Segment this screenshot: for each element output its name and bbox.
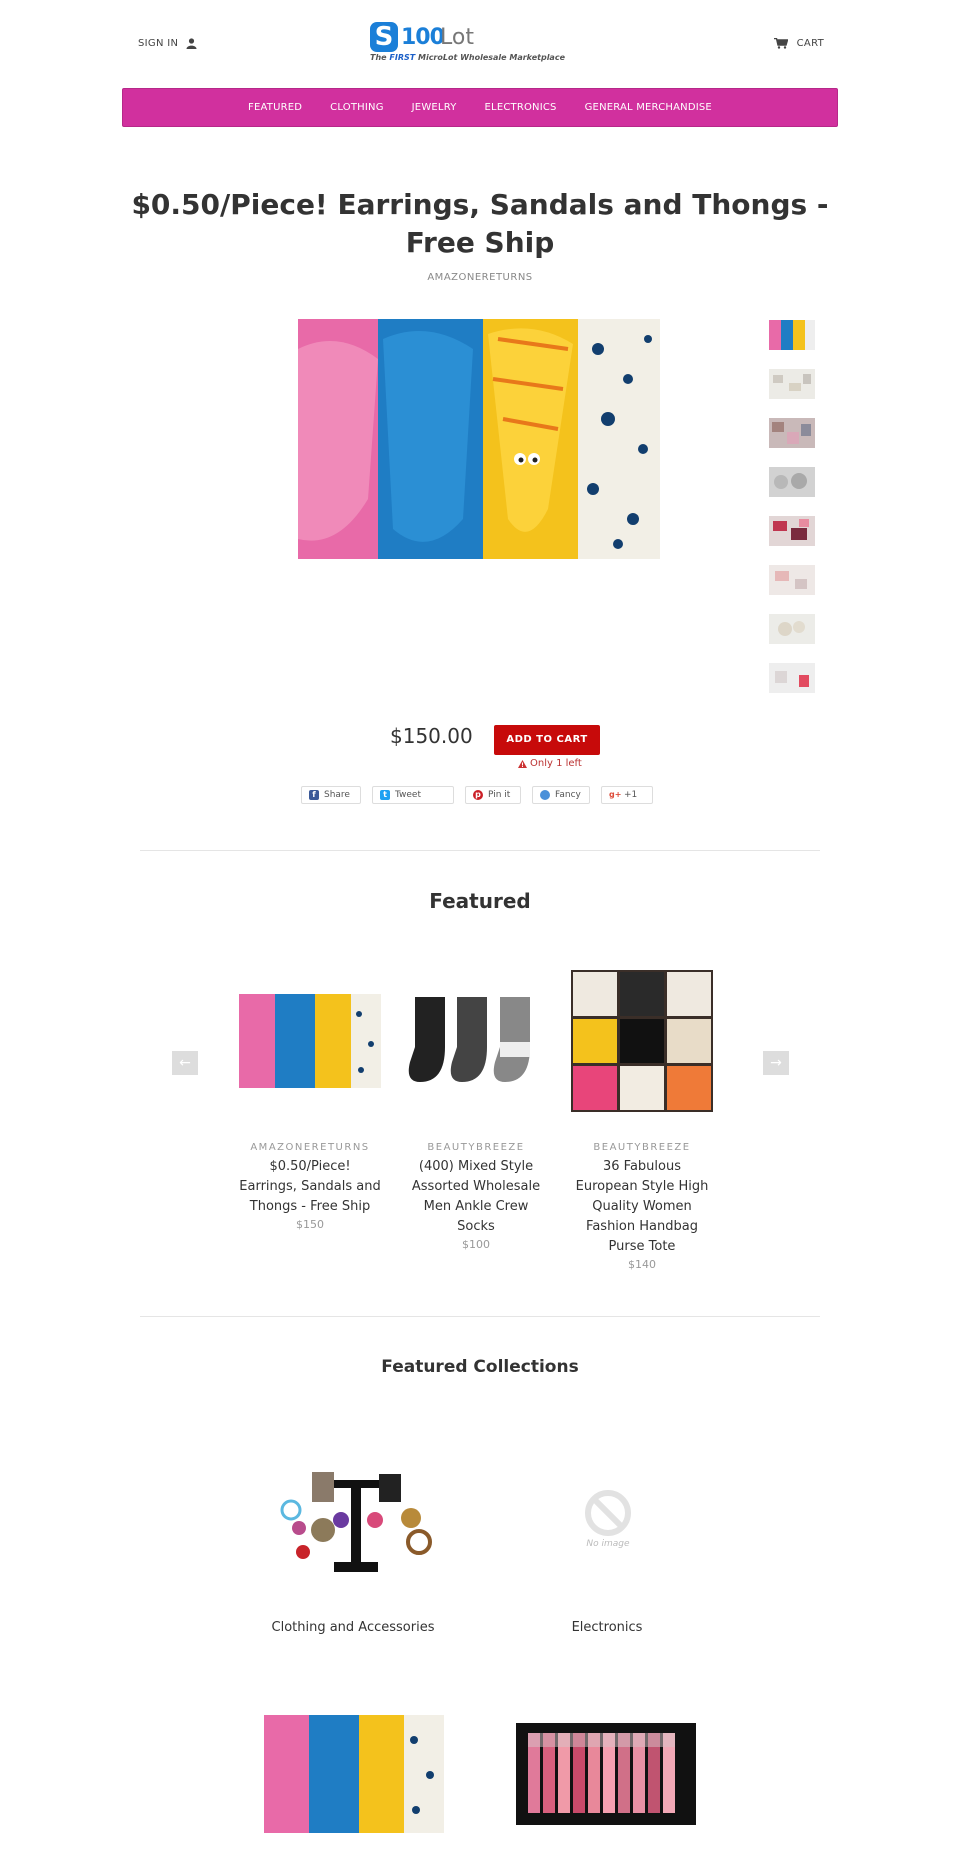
product-thumbnail[interactable] bbox=[769, 369, 815, 399]
handbags-photo bbox=[571, 970, 713, 1112]
featured-heading: Featured bbox=[429, 889, 531, 913]
collection-label[interactable]: Clothing and Accessories bbox=[253, 1620, 453, 1635]
google-plus-icon: g+ bbox=[609, 790, 622, 800]
featured-product-name[interactable]: $0.50/Piece! Earrings, Sandals and Thong… bbox=[239, 1157, 381, 1217]
featured-product-image[interactable] bbox=[571, 970, 713, 1112]
product-price: $150.00 bbox=[390, 724, 473, 748]
pinterest-pin-button[interactable]: p Pin it bbox=[465, 786, 521, 804]
cart-label: CART bbox=[796, 38, 824, 49]
twitter-icon: t bbox=[380, 790, 390, 800]
featured-product-image[interactable] bbox=[405, 970, 547, 1112]
logo-lot: Lot bbox=[440, 25, 474, 50]
collection-image[interactable] bbox=[516, 1723, 696, 1825]
product-thumbnail[interactable] bbox=[769, 320, 815, 350]
pinterest-icon: p bbox=[473, 790, 483, 800]
no-image-text: No image bbox=[586, 1539, 630, 1549]
carousel-prev-button[interactable]: ← bbox=[172, 1051, 198, 1075]
logo-number: 100 bbox=[401, 25, 445, 50]
carousel-next-button[interactable]: → bbox=[763, 1051, 789, 1075]
logo-badge: S bbox=[370, 22, 398, 52]
divider bbox=[140, 850, 820, 851]
cart-icon bbox=[773, 38, 788, 49]
thongs-photo bbox=[298, 319, 660, 559]
nav-item-featured[interactable]: FEATURED bbox=[234, 102, 316, 113]
featured-collections-heading: Featured Collections bbox=[381, 1357, 579, 1377]
featured-product-vendor: BEAUTYBREEZE bbox=[593, 1142, 691, 1153]
featured-product-card[interactable]: BEAUTYBREEZE (400) Mixed Style Assorted … bbox=[405, 970, 547, 1253]
featured-product-name[interactable]: (400) Mixed Style Assorted Wholesale Men… bbox=[405, 1157, 547, 1237]
earrings-photo bbox=[279, 1470, 433, 1578]
featured-product-vendor: AMAZONERETURNS bbox=[250, 1142, 370, 1153]
nav-item-clothing[interactable]: CLOTHING bbox=[316, 102, 397, 113]
no-image-placeholder[interactable] bbox=[582, 1487, 634, 1539]
site-logo[interactable]: S 100 Lot The FIRST MicroLot Wholesale M… bbox=[370, 20, 590, 66]
arrow-right-icon: → bbox=[770, 1055, 782, 1071]
product-thumbnail[interactable] bbox=[769, 516, 815, 546]
product-thumbnail[interactable] bbox=[769, 467, 815, 497]
arrow-left-icon: ← bbox=[179, 1055, 191, 1071]
thongs-photo bbox=[264, 1715, 444, 1833]
product-thumbnail[interactable] bbox=[769, 614, 815, 644]
socks-photo bbox=[405, 987, 547, 1095]
featured-product-card[interactable]: BEAUTYBREEZE 36 Fabulous European Style … bbox=[571, 970, 713, 1273]
collection-label[interactable]: Electronics bbox=[507, 1620, 707, 1635]
stock-text: Only 1 left bbox=[530, 758, 582, 769]
product-title: $0.50/Piece! Earrings, Sandals and Thong… bbox=[131, 188, 829, 259]
featured-product-name[interactable]: 36 Fabulous European Style High Quality … bbox=[571, 1157, 713, 1257]
sign-in-link[interactable]: SIGN IN bbox=[138, 38, 197, 49]
product-thumbnail[interactable] bbox=[769, 663, 815, 693]
add-to-cart-button[interactable]: ADD TO CART bbox=[494, 725, 600, 755]
nav-item-jewelry[interactable]: JEWELRY bbox=[398, 102, 471, 113]
product-vendor[interactable]: AMAZONERETURNS bbox=[130, 272, 830, 283]
facebook-icon: f bbox=[309, 790, 319, 800]
user-icon bbox=[186, 38, 197, 49]
twitter-tweet-button[interactable]: t Tweet bbox=[372, 786, 454, 804]
featured-product-image[interactable] bbox=[239, 970, 381, 1112]
nav-item-general-merchandise[interactable]: GENERAL MERCHANDISE bbox=[571, 102, 726, 113]
sign-in-label: SIGN IN bbox=[138, 38, 179, 49]
featured-product-price: $150 bbox=[296, 1218, 324, 1231]
no-image-icon bbox=[585, 1490, 631, 1536]
collection-image[interactable] bbox=[279, 1470, 433, 1578]
featured-product-vendor: BEAUTYBREEZE bbox=[427, 1142, 525, 1153]
featured-product-card[interactable]: AMAZONERETURNS $0.50/Piece! Earrings, Sa… bbox=[239, 970, 381, 1233]
lip-gloss-photo bbox=[516, 1723, 696, 1825]
collection-image[interactable] bbox=[264, 1715, 444, 1833]
logo-tagline: The FIRST MicroLot Wholesale Marketplace bbox=[370, 53, 565, 62]
product-thumbnail[interactable] bbox=[769, 418, 815, 448]
warning-icon bbox=[518, 759, 527, 768]
featured-product-price: $140 bbox=[628, 1258, 656, 1271]
featured-product-price: $100 bbox=[462, 1238, 490, 1251]
fancy-icon bbox=[540, 790, 550, 800]
facebook-share-button[interactable]: f Share bbox=[301, 786, 361, 804]
nav-item-electronics[interactable]: ELECTRONICS bbox=[471, 102, 571, 113]
cart-link[interactable]: CART bbox=[773, 38, 824, 49]
fancy-button[interactable]: Fancy bbox=[532, 786, 590, 804]
product-main-image[interactable] bbox=[298, 319, 660, 559]
product-thumbnail[interactable] bbox=[769, 565, 815, 595]
divider bbox=[140, 1316, 820, 1317]
google-plus-button[interactable]: g+ +1 bbox=[601, 786, 653, 804]
main-nav: FEATURED CLOTHING JEWELRY ELECTRONICS GE… bbox=[122, 88, 838, 127]
thongs-photo bbox=[239, 994, 381, 1088]
stock-notice: Only 1 left bbox=[518, 758, 582, 769]
